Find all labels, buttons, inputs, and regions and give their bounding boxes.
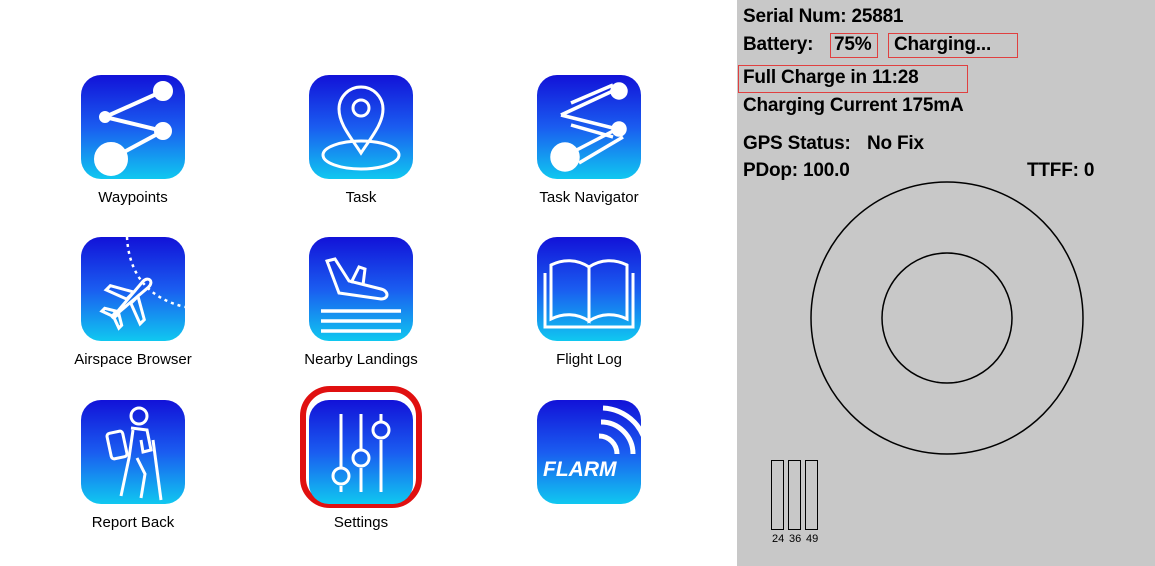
waypoints-button[interactable]: Waypoints bbox=[48, 75, 218, 225]
ttff-value: TTFF: 0 bbox=[1027, 160, 1095, 181]
flarm-button[interactable]: FLARM bbox=[504, 400, 674, 550]
book-icon bbox=[537, 237, 641, 341]
satellite-sky-plot bbox=[810, 181, 1084, 455]
battery-label: Battery: bbox=[743, 34, 814, 55]
satellite-id: 49 bbox=[806, 533, 819, 545]
settings-button[interactable]: Settings bbox=[276, 386, 446, 550]
flarm-logo-text: FLARM bbox=[543, 458, 617, 481]
pdop-value: PDop: 100.0 bbox=[743, 160, 850, 181]
menu-label: Task bbox=[345, 189, 377, 206]
landing-icon bbox=[309, 237, 413, 341]
hiker-icon bbox=[81, 400, 185, 504]
signal-bar bbox=[805, 460, 818, 530]
gps-status-label: GPS Status: bbox=[743, 133, 851, 154]
charging-current: Charging Current 175mA bbox=[743, 95, 964, 116]
waypoints-icon bbox=[81, 75, 185, 179]
satellite-id: 36 bbox=[789, 533, 802, 545]
full-charge-time: Full Charge in 11:28 bbox=[743, 67, 919, 88]
flarm-icon: FLARM bbox=[537, 400, 641, 504]
app-menu: Waypoints Task Task Navigator Airspace B… bbox=[0, 0, 737, 566]
gps-status-panel: Serial Num: 25881 Battery: 75% Charging.… bbox=[737, 0, 1155, 566]
serial-number: Serial Num: 25881 bbox=[743, 6, 904, 27]
nearby-landings-button[interactable]: Nearby Landings bbox=[276, 237, 446, 387]
battery-percent: 75% bbox=[834, 34, 872, 55]
sliders-icon bbox=[309, 400, 413, 504]
signal-bar bbox=[788, 460, 801, 530]
airspace-browser-button[interactable]: Airspace Browser bbox=[48, 237, 218, 387]
satellite-id: 24 bbox=[772, 533, 785, 545]
menu-label: Airspace Browser bbox=[74, 351, 192, 368]
signal-bar bbox=[771, 460, 784, 530]
task-navigator-icon bbox=[537, 75, 641, 179]
battery-status: Charging... bbox=[894, 34, 992, 55]
gps-status-value: No Fix bbox=[867, 133, 924, 154]
menu-label: Report Back bbox=[91, 514, 175, 531]
menu-label: Waypoints bbox=[98, 189, 168, 206]
menu-label: Task Navigator bbox=[539, 189, 639, 206]
flight-log-button[interactable]: Flight Log bbox=[504, 237, 674, 387]
task-navigator-button[interactable]: Task Navigator bbox=[504, 75, 674, 225]
airspace-plane-icon bbox=[81, 237, 185, 341]
menu-label: Nearby Landings bbox=[304, 351, 418, 368]
menu-label: Settings bbox=[333, 514, 389, 531]
sky-outer-ring bbox=[810, 181, 1084, 455]
task-pin-icon bbox=[309, 75, 413, 179]
sky-inner-ring bbox=[881, 252, 1013, 384]
menu-label: Flight Log bbox=[556, 351, 622, 368]
report-back-button[interactable]: Report Back bbox=[48, 400, 218, 550]
task-button[interactable]: Task bbox=[276, 75, 446, 225]
